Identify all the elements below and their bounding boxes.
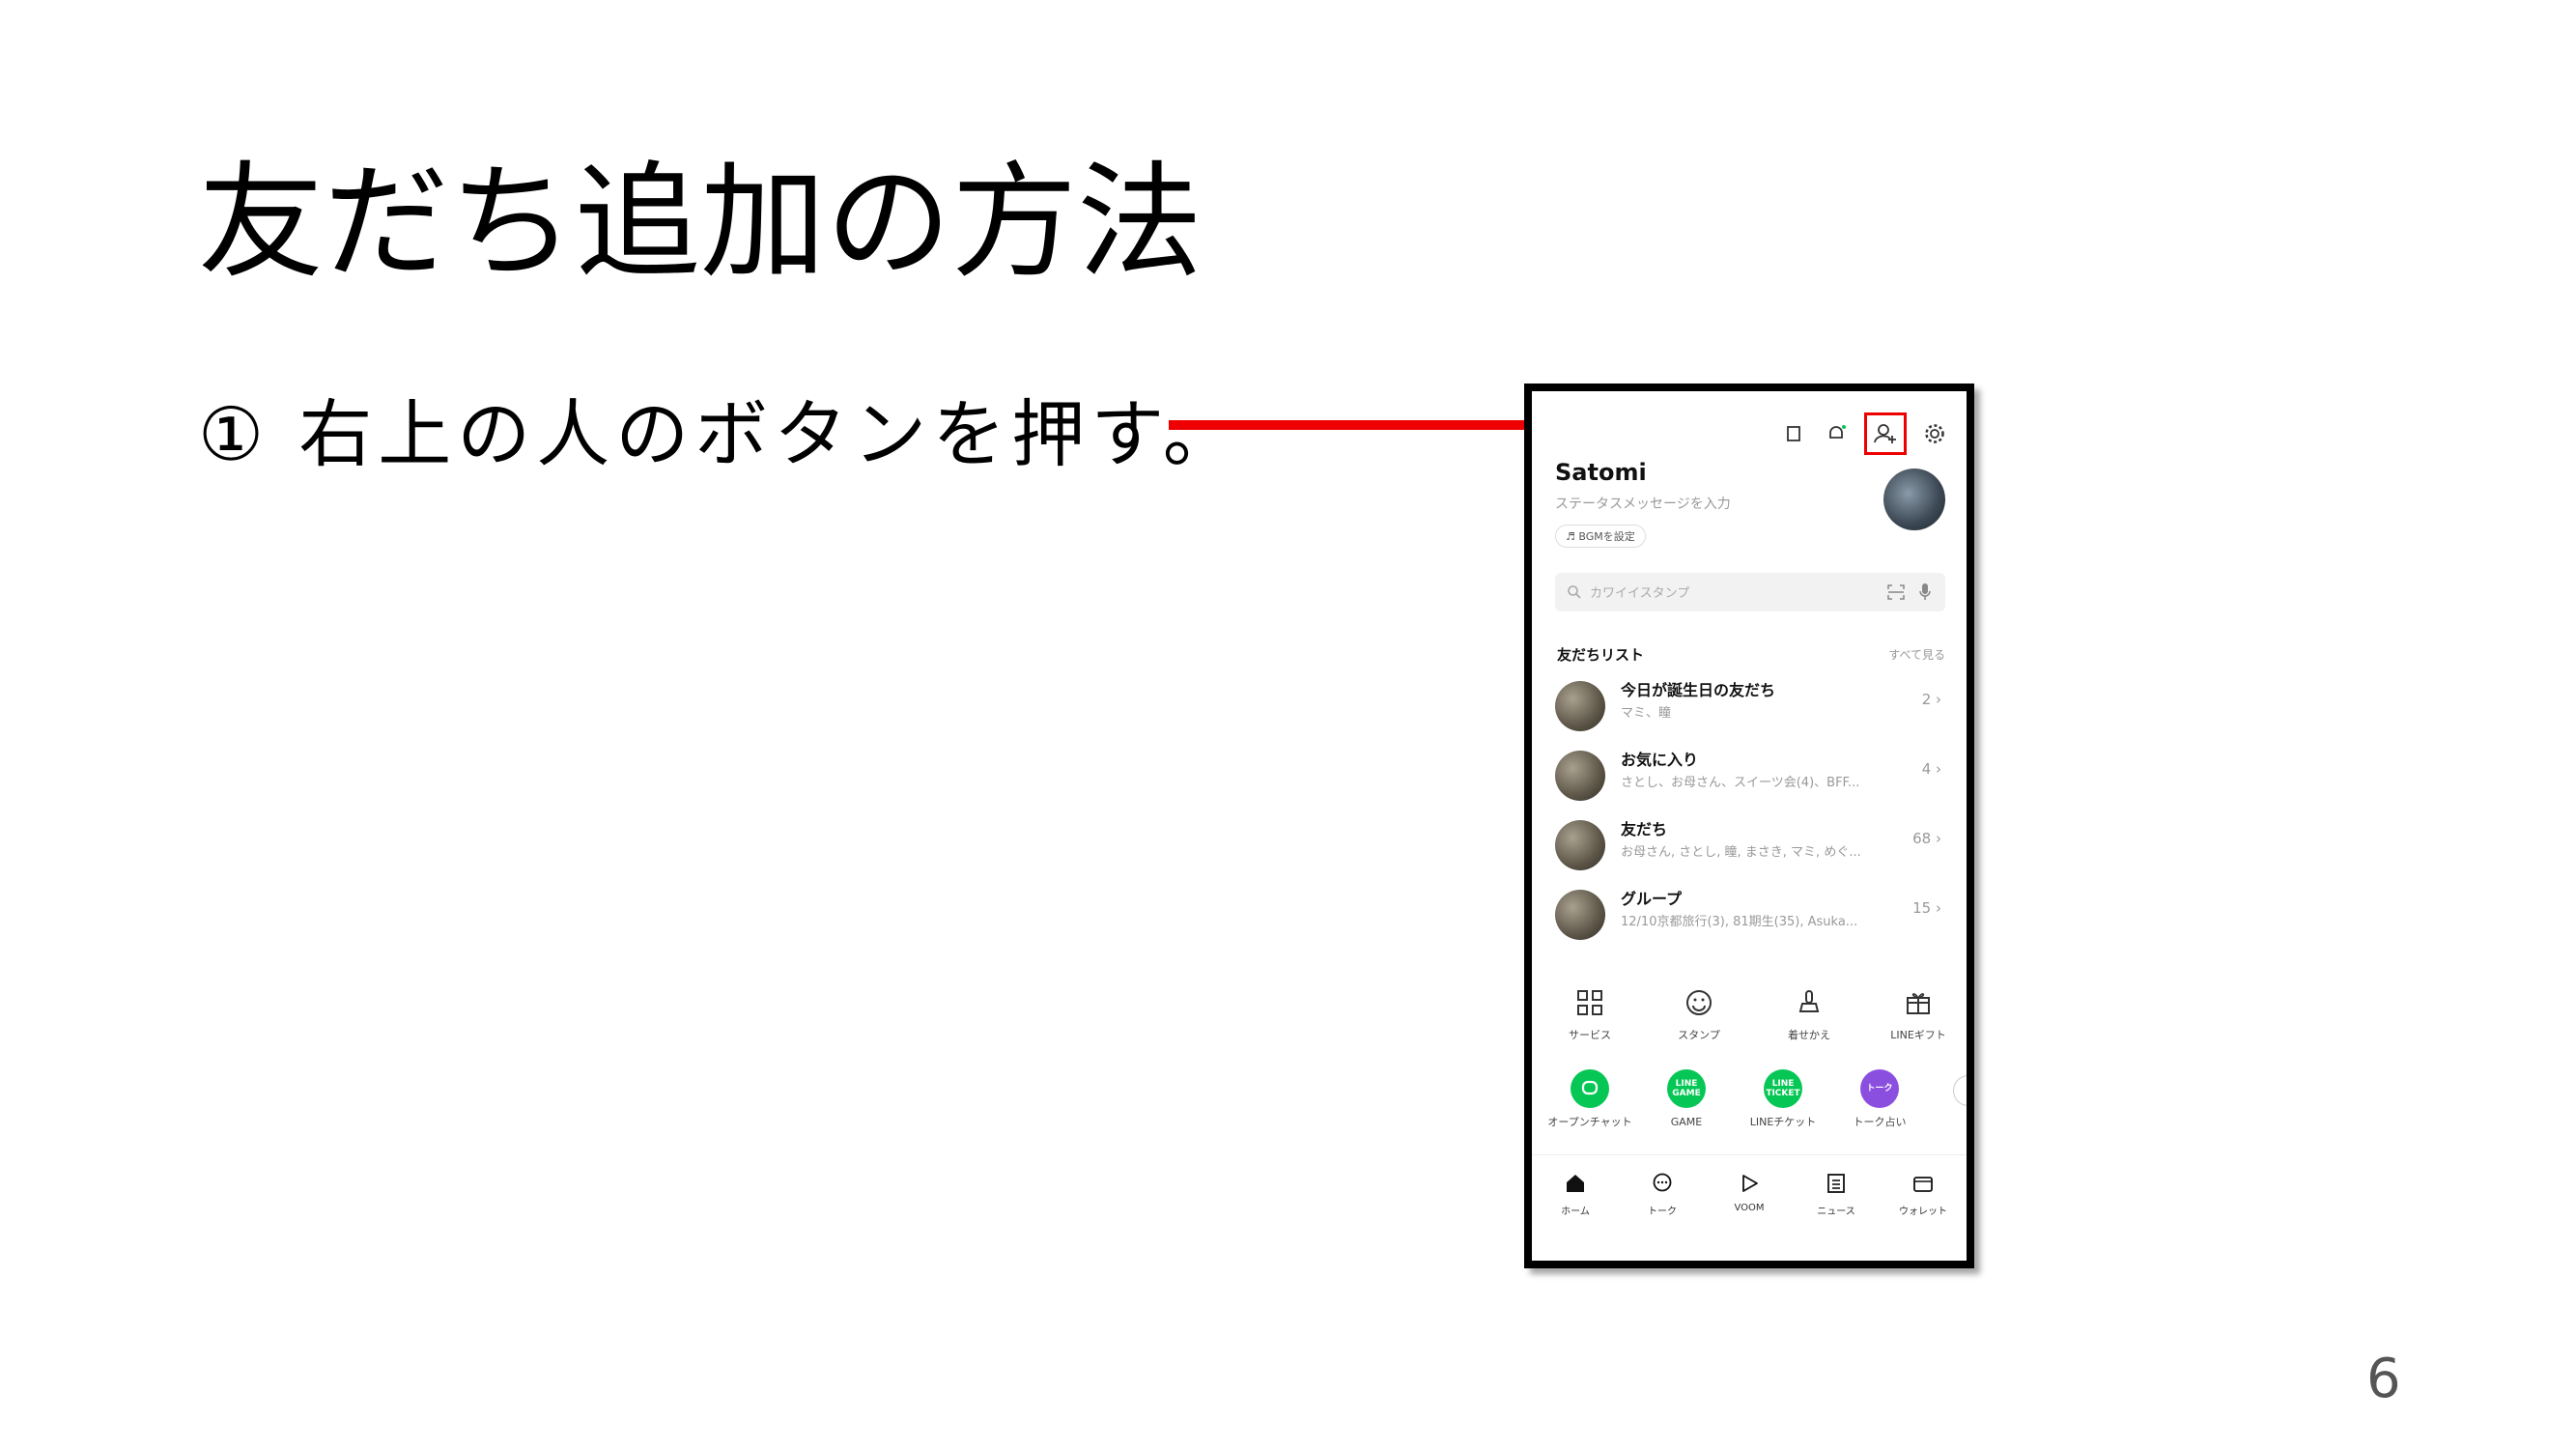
chat-icon — [1653, 1173, 1672, 1192]
brush-icon — [1798, 990, 1820, 1012]
avatar — [1555, 820, 1605, 870]
friend-row-friends[interactable]: 友だち お母さん, さとし, 瞳, まさき, マミ, めぐ... 68 › — [1555, 810, 1945, 878]
service-label: 着せかえ — [1788, 1029, 1830, 1041]
row-count: 68 › — [1912, 830, 1941, 847]
friends-list-title: 友だちリスト — [1557, 646, 1645, 664]
wallet-icon — [1913, 1177, 1933, 1192]
app-open-chat[interactable]: オープンチャット — [1542, 1069, 1638, 1128]
friend-row-favorites[interactable]: お気に入り さとし、お母さん、スイーツ会(4)、BFF... 4 › — [1555, 741, 1945, 809]
chat-bubble-icon — [1571, 1069, 1609, 1108]
row-subtitle: お母さん, さとし, 瞳, まさき, マミ, めぐ... — [1621, 845, 1861, 860]
fortune-icon: トーク — [1860, 1069, 1899, 1108]
row-count: 15 › — [1912, 899, 1941, 917]
row-title: 友だち — [1621, 820, 1668, 838]
row-subtitle: さとし、お母さん、スイーツ会(4)、BFF... — [1621, 776, 1860, 790]
nav-label: VOOM — [1734, 1203, 1765, 1213]
row-title: グループ — [1621, 890, 1683, 908]
nav-talk[interactable]: トーク — [1619, 1172, 1706, 1217]
bookmark-icon[interactable] — [1779, 419, 1808, 448]
nav-label: トーク — [1648, 1207, 1677, 1217]
see-all-link[interactable]: すべて見る — [1888, 646, 1945, 663]
nav-home[interactable]: ホーム — [1532, 1172, 1619, 1217]
nav-news[interactable]: ニュース — [1793, 1172, 1880, 1217]
step-instruction: ① 右上の人のボタンを押す。 — [198, 391, 1242, 477]
slide-title: 友だち追加の方法 — [198, 149, 1203, 296]
gear-icon[interactable] — [1920, 419, 1949, 448]
service-services[interactable]: サービス — [1537, 988, 1643, 1042]
row-count: 4 › — [1921, 760, 1941, 778]
search-bar[interactable]: カワイイスタンプ — [1555, 573, 1945, 611]
page-number: 6 — [2366, 1348, 2401, 1410]
app-label: GAME — [1670, 1116, 1703, 1128]
search-icon — [1568, 585, 1581, 599]
grid-icon — [1577, 990, 1602, 1015]
play-icon — [1742, 1175, 1758, 1192]
search-input[interactable]: カワイイスタンプ — [1590, 582, 1689, 601]
more-apps-icon[interactable] — [1953, 1075, 1967, 1106]
profile-name[interactable]: Satomi — [1555, 459, 1647, 486]
line-game-icon: LINE GAME — [1667, 1069, 1706, 1108]
app-label: LINEチケット — [1749, 1116, 1817, 1128]
smiley-icon — [1686, 990, 1712, 1015]
microphone-icon[interactable] — [1918, 582, 1932, 602]
profile-avatar[interactable] — [1883, 469, 1945, 530]
friend-row-groups[interactable]: グループ 12/10京都旅行(3), 81期生(35), Asuka... 15… — [1555, 880, 1945, 948]
nav-label: ニュース — [1817, 1207, 1855, 1217]
avatar — [1555, 681, 1605, 731]
nav-label: ホーム — [1561, 1207, 1590, 1217]
gift-icon — [1907, 993, 1930, 1014]
status-message-field[interactable]: ステータスメッセージを入力 — [1555, 494, 1731, 513]
app-game[interactable]: LINE GAME GAME — [1638, 1069, 1735, 1128]
avatar — [1555, 890, 1605, 940]
bgm-button[interactable]: ♬ BGMを設定 — [1555, 525, 1646, 548]
top-icon-bar — [1779, 412, 1949, 455]
app-label: トーク占い — [1853, 1116, 1907, 1128]
service-stamps[interactable]: スタンプ — [1646, 988, 1752, 1042]
bell-icon[interactable] — [1822, 419, 1851, 448]
service-themes[interactable]: 着せかえ — [1756, 988, 1862, 1042]
qr-scan-icon[interactable] — [1887, 584, 1905, 600]
divider — [1532, 1154, 1967, 1155]
nav-label: ウォレット — [1899, 1207, 1947, 1217]
news-icon — [1827, 1174, 1845, 1193]
row-count: 2 › — [1921, 691, 1941, 708]
service-label: LINEギフト — [1890, 1029, 1946, 1041]
row-subtitle: 12/10京都旅行(3), 81期生(35), Asuka... — [1621, 915, 1858, 929]
avatar — [1555, 751, 1605, 801]
friend-row-birthday[interactable]: 今日が誕生日の友だち マミ、瞳 2 › — [1555, 671, 1945, 739]
app-ticket[interactable]: LINE TICKET LINEチケット — [1735, 1069, 1831, 1128]
app-talk-fortune[interactable]: トーク トーク占い — [1831, 1069, 1928, 1128]
service-label: スタンプ — [1678, 1029, 1720, 1041]
service-gift[interactable]: LINEギフト — [1865, 988, 1967, 1042]
row-subtitle: マミ、瞳 — [1621, 706, 1672, 721]
app-label: オープンチャット — [1547, 1116, 1632, 1128]
row-title: 今日が誕生日の友だち — [1621, 681, 1776, 699]
home-icon — [1567, 1175, 1584, 1192]
line-ticket-icon: LINE TICKET — [1764, 1069, 1802, 1108]
nav-wallet[interactable]: ウォレット — [1880, 1172, 1967, 1217]
add-friend-icon[interactable] — [1864, 412, 1907, 455]
phone-screenshot: Satomi ステータスメッセージを入力 ♬ BGMを設定 カワイイスタンプ 友… — [1524, 384, 1974, 1268]
nav-voom[interactable]: VOOM — [1706, 1172, 1793, 1213]
service-label: サービス — [1569, 1029, 1611, 1041]
row-title: お気に入り — [1621, 751, 1699, 769]
